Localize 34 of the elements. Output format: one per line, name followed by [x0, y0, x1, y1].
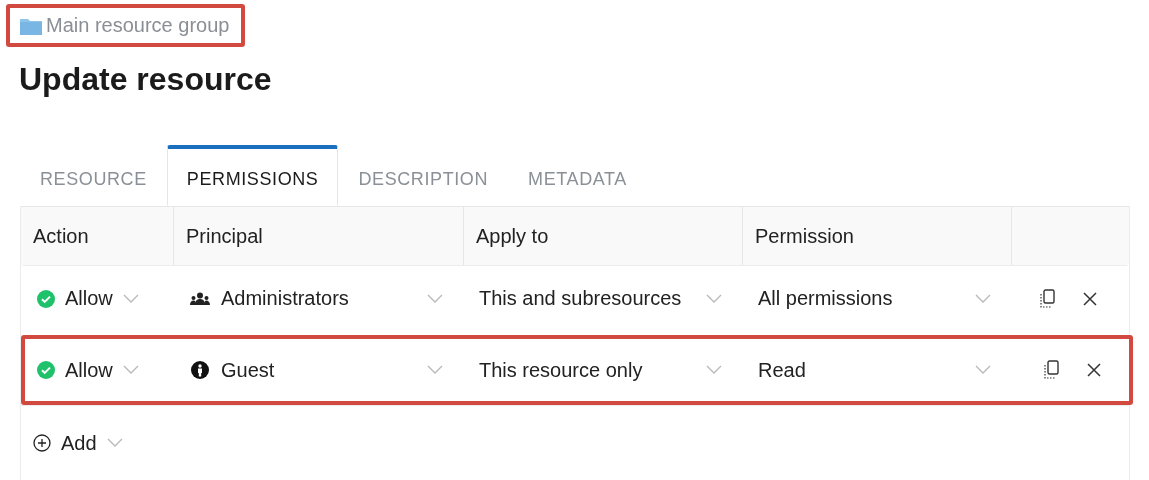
action-dropdown[interactable]: Allow	[37, 358, 139, 382]
action-dropdown[interactable]: Allow	[37, 287, 139, 310]
permission-dropdown[interactable]: Read	[758, 358, 991, 382]
close-icon	[1087, 363, 1101, 377]
column-header: Principal	[173, 207, 463, 265]
caret-icon	[706, 293, 722, 304]
apply-to-dropdown[interactable]: This and subresources	[479, 287, 722, 310]
copy-icon	[1043, 360, 1061, 380]
caret-icon	[427, 293, 443, 304]
principal-dropdown[interactable]: Guest	[189, 358, 443, 382]
close-icon	[1083, 291, 1097, 306]
check-icon	[37, 361, 55, 379]
plus-icon	[33, 434, 51, 452]
check-icon	[37, 289, 55, 308]
column-header: Apply to	[463, 207, 742, 265]
tab[interactable]: PERMISSIONS	[166, 145, 339, 206]
page-title: Update resource	[19, 61, 273, 99]
column-header: Permission	[742, 207, 1011, 265]
add-dropdown[interactable]: Add	[33, 431, 123, 455]
people-icon	[189, 291, 211, 306]
caret-icon	[706, 365, 722, 375]
copy-icon	[1039, 288, 1057, 309]
caret-icon	[427, 365, 443, 375]
folder-icon	[20, 16, 42, 35]
column-header: Action	[32, 223, 90, 249]
permission-dropdown[interactable]: All permissions	[758, 287, 991, 310]
caret-icon	[975, 293, 991, 304]
caret-icon	[122, 293, 139, 304]
person-icon	[189, 361, 211, 379]
caret-icon	[975, 365, 991, 375]
caret-icon	[122, 365, 139, 375]
apply-to-dropdown[interactable]: This resource only	[479, 358, 722, 382]
principal-dropdown[interactable]: Administrators	[189, 287, 443, 310]
caret-icon	[106, 438, 123, 448]
